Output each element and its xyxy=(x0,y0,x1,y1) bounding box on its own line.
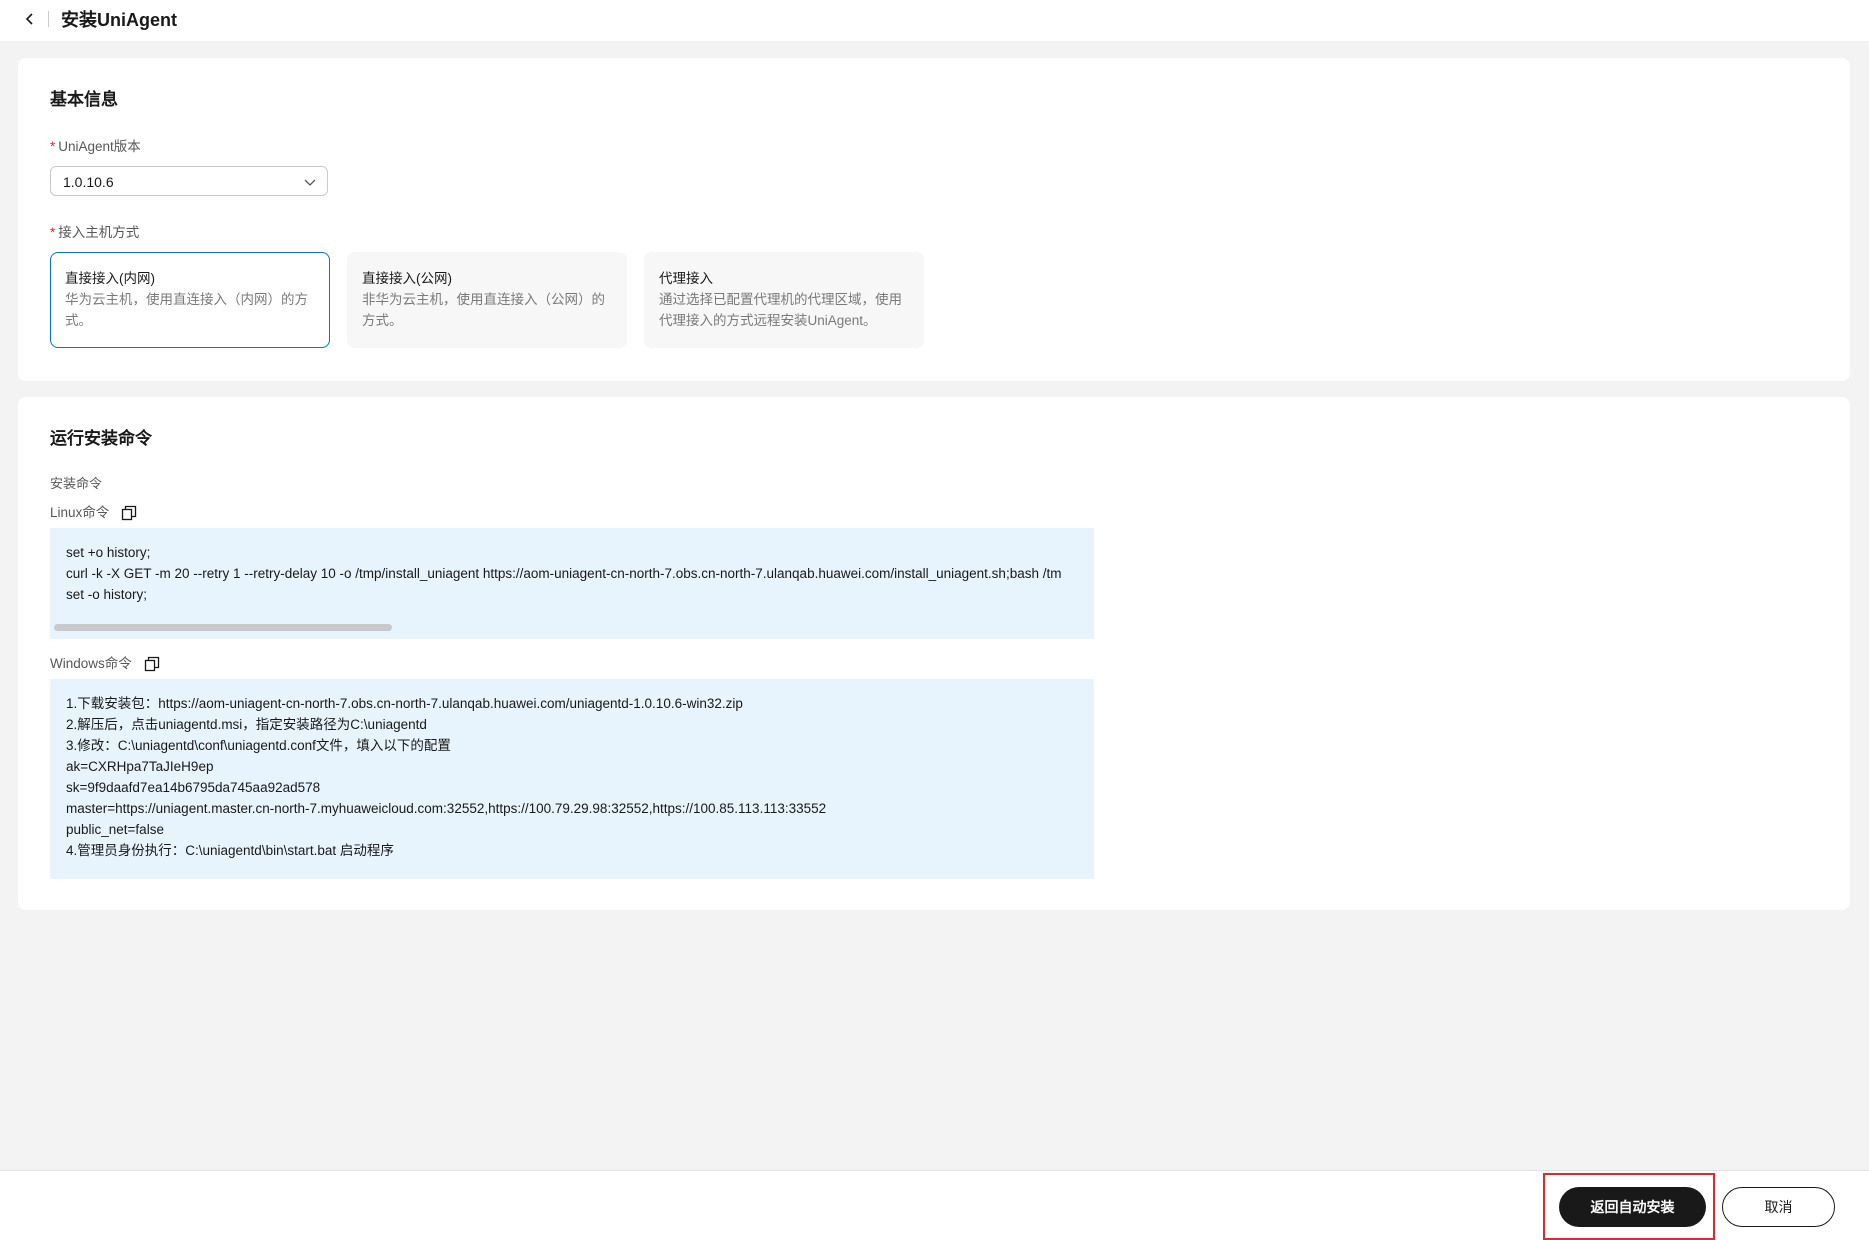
card-title: 直接接入(公网) xyxy=(362,271,452,286)
copy-icon[interactable] xyxy=(144,656,160,672)
windows-command-box[interactable]: 1.下载安装包：https://aom-uniagent-cn-north-7.… xyxy=(50,679,1094,879)
card-title: 代理接入 xyxy=(659,271,713,286)
required-mark: * xyxy=(50,139,56,154)
access-mode-card-proxy[interactable]: 代理接入 通过选择已配置代理机的代理区域，使用代理接入的方式远程安装UniAge… xyxy=(644,252,924,348)
code-line: 2.解压后，点击uniagentd.msi，指定安装路径为C:\uniagent… xyxy=(66,717,427,732)
card-description: 华为云主机，使用直连接入（内网）的方式。 xyxy=(65,292,308,328)
code-line: public_net=false xyxy=(66,822,164,837)
page-title: 安装UniAgent xyxy=(61,10,177,30)
version-label-text: UniAgent版本 xyxy=(58,139,141,154)
install-command-panel: 运行安装命令 安装命令 Linux命令 set +o history; curl… xyxy=(18,397,1850,910)
windows-command-label: Windows命令 xyxy=(50,656,132,671)
code-line: 3.修改：C:\uniagentd\conf\uniagentd.conf文件，… xyxy=(66,738,451,753)
top-bar: 安装UniAgent xyxy=(0,0,1869,41)
chevron-down-icon xyxy=(304,179,316,186)
version-select[interactable]: 1.0.10.6 xyxy=(50,166,328,196)
version-select-value: 1.0.10.6 xyxy=(63,174,114,190)
install-command-title: 运行安装命令 xyxy=(50,429,152,448)
card-description: 非华为云主机，使用直连接入（公网）的方式。 xyxy=(362,292,605,328)
card-title: 直接接入(内网) xyxy=(65,271,155,286)
code-line: curl -k -X GET -m 20 --retry 1 --retry-d… xyxy=(66,566,1062,581)
code-line: sk=9f9daafd7ea14b6795da745aa92ad578 xyxy=(66,780,321,795)
code-line: ak=CXRHpa7TaJIeH9ep xyxy=(66,759,214,774)
access-mode-label-text: 接入主机方式 xyxy=(58,225,140,240)
horizontal-scrollbar[interactable] xyxy=(54,624,392,631)
linux-command-box[interactable]: set +o history; curl -k -X GET -m 20 --r… xyxy=(50,528,1094,639)
access-mode-card-intranet[interactable]: 直接接入(内网) 华为云主机，使用直连接入（内网）的方式。 xyxy=(50,252,330,348)
required-mark: * xyxy=(50,225,56,240)
cancel-button[interactable]: 取消 xyxy=(1722,1187,1835,1227)
code-line: set -o history; xyxy=(66,587,148,602)
code-line: set +o history; xyxy=(66,545,151,560)
copy-icon[interactable] xyxy=(121,505,137,521)
card-description: 通过选择已配置代理机的代理区域，使用代理接入的方式远程安装UniAgent。 xyxy=(659,292,902,328)
title-divider xyxy=(48,11,49,27)
code-line: 4.管理员身份执行：C:\uniagentd\bin\start.bat 启动程… xyxy=(66,843,394,858)
back-button[interactable] xyxy=(22,9,38,29)
return-auto-install-button[interactable]: 返回自动安装 xyxy=(1559,1187,1706,1227)
windows-command-heading: Windows命令 xyxy=(50,654,160,674)
access-mode-label: * 接入主机方式 xyxy=(50,223,139,243)
basic-info-panel: 基本信息 * UniAgent版本 1.0.10.6 * 接入主机方式 直接接入(内… xyxy=(18,58,1850,381)
code-line: 1.下载安装包：https://aom-uniagent-cn-north-7.… xyxy=(66,696,743,711)
install-command-sublabel: 安装命令 xyxy=(50,476,103,491)
access-mode-card-public[interactable]: 直接接入(公网) 非华为云主机，使用直连接入（公网）的方式。 xyxy=(347,252,627,348)
basic-info-title: 基本信息 xyxy=(50,90,118,109)
chevron-left-icon xyxy=(25,13,33,25)
linux-command-heading: Linux命令 xyxy=(50,503,137,523)
linux-command-label: Linux命令 xyxy=(50,505,110,520)
version-label: * UniAgent版本 xyxy=(50,137,141,157)
code-line: master=https://uniagent.master.cn-north-… xyxy=(66,801,827,816)
